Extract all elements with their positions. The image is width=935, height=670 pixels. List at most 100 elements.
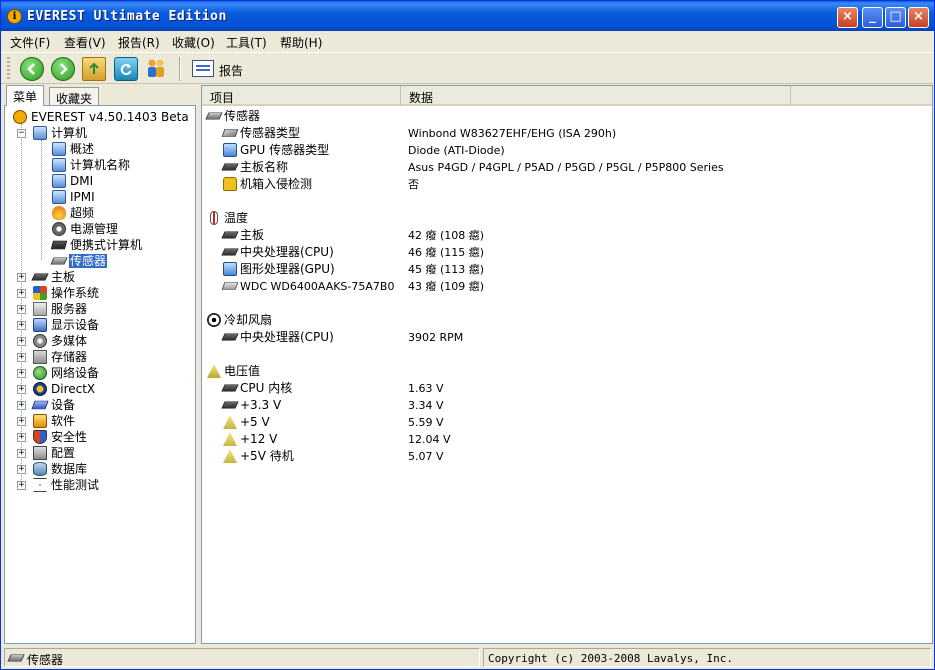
title-bar[interactable]: i EVEREST Ultimate Edition × _ □ ×: [1, 1, 934, 31]
copyright-text: Copyright (c) 2003-2008 Lavalys, Inc.: [488, 652, 734, 665]
tree-node-label: 便携式计算机: [70, 238, 143, 252]
tree-node-label: 超频: [70, 206, 95, 220]
expand-toggle[interactable]: +: [17, 417, 26, 426]
tree-node-label: 数据库: [51, 462, 88, 476]
hard-disk-icon: [221, 282, 239, 290]
row-key: +5V 待机: [240, 449, 294, 463]
tree-node-label: 电源管理: [70, 222, 119, 236]
navigation-tree[interactable]: EVEREST v4.50.1403 Beta − 计算机 概述 计算机名称 D…: [4, 105, 196, 644]
sensor-icon: [50, 257, 68, 265]
row-key: +5 V: [240, 415, 270, 429]
hourglass-icon: [33, 478, 47, 492]
row-value: 5.59 V: [408, 416, 444, 429]
collapse-toggle[interactable]: −: [17, 129, 26, 138]
tree-node-label: 存储器: [51, 350, 88, 364]
cpu-icon: [221, 248, 239, 256]
computer-icon: [52, 158, 66, 172]
lock-icon: [223, 177, 237, 191]
expand-toggle[interactable]: +: [17, 305, 26, 314]
details-panel[interactable]: 项目 数据 传感器 传感器类型 Winbond W83627EHF/EHG (I…: [201, 85, 933, 644]
row-value: Diode (ATI-Diode): [408, 144, 505, 157]
cpu-icon: [221, 333, 239, 341]
toolbar-grip[interactable]: [7, 57, 10, 81]
voltage-icon: [207, 364, 221, 378]
section-title: 传感器: [224, 109, 261, 123]
software-icon: [33, 414, 47, 428]
directx-icon: [33, 382, 47, 396]
network-icon: [33, 366, 47, 380]
expand-toggle[interactable]: +: [17, 481, 26, 490]
menu-view[interactable]: 查看(V): [64, 34, 106, 51]
expand-toggle[interactable]: +: [17, 289, 26, 298]
power-icon: [52, 222, 66, 236]
tree-node-label: 配置: [51, 446, 76, 460]
tree-node-label: IPMI: [70, 190, 95, 204]
expand-toggle[interactable]: +: [17, 465, 26, 474]
row-value: Asus P4GD / P4GPL / P5AD / P5GD / P5GL /…: [408, 161, 724, 174]
row-key: 中央处理器(CPU): [240, 245, 334, 259]
tree-line: [41, 140, 42, 260]
computer-icon: [52, 190, 66, 204]
folder-up-icon[interactable]: [82, 57, 106, 81]
thermometer-icon: [210, 211, 218, 225]
row-key: GPU 传感器类型: [240, 143, 330, 157]
cpu-icon: [221, 384, 239, 392]
close-document-button[interactable]: ×: [837, 7, 858, 28]
expand-toggle[interactable]: +: [17, 369, 26, 378]
row-value: 42 癈 (108 癋): [408, 229, 485, 242]
voltage-icon: [223, 432, 237, 446]
expand-toggle[interactable]: +: [17, 433, 26, 442]
motherboard-icon: [221, 163, 239, 171]
section-title: 电压值: [224, 364, 261, 378]
refresh-icon[interactable]: [114, 57, 138, 81]
storage-icon: [33, 350, 47, 364]
row-key: +12 V: [240, 432, 278, 446]
section-title: 冷却风扇: [224, 313, 273, 327]
expand-toggle[interactable]: +: [17, 353, 26, 362]
menu-favorites[interactable]: 收藏(O): [172, 34, 215, 51]
row-key: 图形处理器(GPU): [240, 262, 335, 276]
tree-node-label: 计算机: [51, 126, 88, 140]
row-value: 43 癈 (109 癋): [408, 280, 485, 293]
minimize-button[interactable]: _: [862, 7, 883, 28]
security-shield-icon: [33, 430, 47, 444]
expand-toggle[interactable]: +: [17, 385, 26, 394]
back-arrow-icon[interactable]: [20, 57, 44, 81]
sensor-icon: [205, 112, 223, 120]
monitor-icon: [223, 143, 237, 157]
expand-toggle[interactable]: +: [17, 273, 26, 282]
menu-file[interactable]: 文件(F): [10, 34, 50, 51]
row-key: 中央处理器(CPU): [240, 330, 334, 344]
expand-toggle[interactable]: +: [17, 321, 26, 330]
menu-report[interactable]: 报告(R): [118, 34, 160, 51]
tab-favorites[interactable]: 收藏夹: [49, 87, 100, 106]
database-icon: [33, 462, 47, 476]
expand-toggle[interactable]: +: [17, 449, 26, 458]
close-button[interactable]: ×: [908, 7, 929, 28]
left-panel: 菜单 收藏夹 EVEREST v4.50.1403 Beta − 计算机 概述: [4, 85, 196, 644]
status-left: 传感器: [4, 648, 480, 667]
tree-node-label: DirectX: [51, 382, 96, 396]
menu-help[interactable]: 帮助(H): [280, 34, 322, 51]
tree-node-label: 设备: [51, 398, 76, 412]
menu-bar: 文件(F) 查看(V) 报告(R) 收藏(O) 工具(T) 帮助(H): [1, 31, 934, 51]
column-data[interactable]: 数据: [401, 86, 791, 106]
report-button-label: 报告: [219, 64, 244, 78]
tab-menu[interactable]: 菜单: [6, 85, 45, 106]
app-info-icon: i: [7, 9, 22, 24]
users-icon[interactable]: [145, 57, 169, 81]
menu-tools[interactable]: 工具(T): [226, 34, 267, 51]
row-value: 12.04 V: [408, 433, 451, 446]
monitor-icon: [223, 262, 237, 276]
column-item[interactable]: 项目: [202, 86, 401, 106]
expand-toggle[interactable]: +: [17, 337, 26, 346]
maximize-button[interactable]: □: [885, 7, 906, 28]
toolbar-separator: [179, 57, 181, 81]
row-key: WDC WD6400AAKS-75A7B0: [240, 280, 395, 293]
forward-arrow-icon[interactable]: [51, 57, 75, 81]
expand-toggle[interactable]: +: [17, 401, 26, 410]
row-value: 否: [408, 178, 419, 191]
tree-node-label: 多媒体: [51, 334, 88, 348]
row-key: 传感器类型: [240, 126, 301, 140]
tree-node-label: 概述: [70, 142, 95, 156]
